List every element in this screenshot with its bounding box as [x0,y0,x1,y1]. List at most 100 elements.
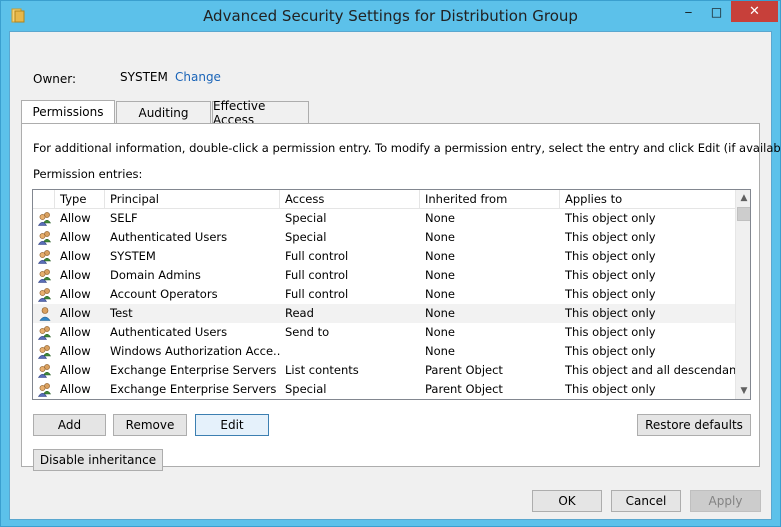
table-row[interactable]: Allow Exchange Enterprise Servers (... Spe… [33,380,735,399]
column-header-inherited-from[interactable]: Inherited from [420,190,560,209]
restore-defaults-button[interactable]: Restore defaults [637,414,751,436]
group-icon [37,325,53,340]
cell-applies-to: This object only [565,249,656,263]
group-icon [37,363,53,378]
tab-auditing[interactable]: Auditing [116,101,211,123]
cell-inherited-from: None [425,230,456,244]
cell-access: Read [285,306,314,320]
restore-defaults-button-label: Restore defaults [645,418,743,432]
cell-principal: SELF [110,211,138,225]
permission-entries-list[interactable]: Type Principal Access Inherited from App… [32,189,751,400]
edit-button[interactable]: Edit [195,414,269,436]
column-header-type[interactable]: Type [55,190,105,209]
title-bar[interactable]: Advanced Security Settings for Distribut… [1,1,780,31]
table-row[interactable]: Allow Windows Authorization Acce... None Th… [33,342,735,361]
table-row[interactable]: Allow Exchange Enterprise Servers (... Lis… [33,361,735,380]
disable-inheritance-button-label: Disable inheritance [39,453,157,467]
apply-button-label: Apply [708,494,743,508]
scroll-up-icon[interactable]: ▲ [736,190,750,206]
cell-principal: Exchange Enterprise Servers (... [110,363,280,377]
cell-principal: Authenticated Users [110,325,228,339]
cell-inherited-from: None [425,306,456,320]
cell-principal: Exchange Enterprise Servers (... [110,382,280,396]
tab-permissions[interactable]: Permissions [21,100,115,123]
column-header-principal[interactable]: Principal [105,190,280,209]
cell-inherited-from: None [425,344,456,358]
cell-type: Allow [60,230,91,244]
info-text: For additional information, double-click… [33,141,781,155]
scroll-thumb[interactable] [737,207,750,221]
change-owner-link[interactable]: Change [175,70,221,84]
cell-principal: Authenticated Users [110,230,228,244]
cell-access: Send to [285,325,330,339]
remove-button[interactable]: Remove [113,414,187,436]
remove-button-label: Remove [125,418,175,432]
ok-button[interactable]: OK [532,490,602,512]
cell-principal: SYSTEM [110,249,156,263]
table-row[interactable]: Allow Test Read None This object only [33,304,735,323]
cell-type: Allow [60,211,91,225]
maximize-button[interactable]: □ [703,1,730,22]
window-title: Advanced Security Settings for Distribut… [203,7,578,25]
cell-applies-to: This object only [565,344,656,358]
column-header-icon[interactable] [33,190,55,209]
cell-access [280,342,420,361]
add-button[interactable]: Add [33,414,106,436]
cell-type: Allow [60,268,91,282]
owner-value: SYSTEM [120,70,168,84]
table-row[interactable]: Allow SYSTEM Full control None This object o… [33,247,735,266]
cell-access: Special [285,382,327,396]
minimize-button[interactable]: ‒ [675,1,702,22]
cell-type: Allow [60,287,91,301]
cancel-button-label: Cancel [625,494,667,508]
ok-button-label: OK [558,494,576,508]
column-header-access[interactable]: Access [280,190,420,209]
group-icon [37,382,53,397]
cell-applies-to: This object only [565,306,656,320]
close-icon: ✕ [749,4,760,19]
cell-access: Full control [285,249,349,263]
disable-inheritance-button[interactable]: Disable inheritance [33,449,163,471]
list-scrollbar[interactable]: ▲ ▼ [735,190,750,399]
edit-button-label: Edit [220,418,244,432]
apply-button[interactable]: Apply [690,490,761,512]
cell-type: Allow [60,382,91,396]
group-icon [37,287,53,302]
group-icon [37,344,53,359]
cell-applies-to: This object only [565,325,656,339]
cell-applies-to: This object only [565,211,656,225]
cancel-button[interactable]: Cancel [611,490,681,512]
table-row[interactable]: Allow Authenticated Users Special None This … [33,228,735,247]
permissions-panel: For additional information, double-click… [21,123,781,471]
cell-applies-to: This object only [565,230,656,244]
cell-type: Allow [60,363,91,377]
tab-effective-access[interactable]: Effective Access [212,99,309,127]
user-icon [37,306,53,321]
maximize-icon: □ [710,4,723,19]
minimize-icon: ‒ [684,4,693,19]
list-header: Type Principal Access Inherited from App… [33,190,735,209]
scroll-down-icon[interactable]: ▼ [736,383,750,399]
dialog-content: Owner: SYSTEM Change Permissions Auditin… [9,31,781,520]
table-row[interactable]: Allow SELF Special None This object only [33,209,735,228]
column-header-applies-to[interactable]: Applies to [560,190,735,209]
table-row[interactable]: Allow Domain Admins Full control None This o… [33,266,735,285]
cell-access: Special [285,230,327,244]
cell-inherited-from: None [425,249,456,263]
cell-type: Allow [60,325,91,339]
cell-principal: Windows Authorization Acce... [110,344,280,358]
cell-inherited-from: None [425,287,456,301]
table-row[interactable]: Allow Authenticated Users Send to None This … [33,323,735,342]
group-icon [37,230,53,245]
group-icon [37,268,53,283]
cell-applies-to: This object only [565,287,656,301]
dialog-window: Advanced Security Settings for Distribut… [0,0,781,527]
cell-inherited-from: Parent Object [425,363,503,377]
close-button[interactable]: ✕ [731,1,778,22]
cell-applies-to: This object only [565,268,656,282]
table-row[interactable]: Allow Account Operators Full control None Th… [33,285,735,304]
cell-principal: Account Operators [110,287,218,301]
cell-inherited-from: None [425,268,456,282]
cell-inherited-from: None [425,211,456,225]
cell-access: List contents [285,363,359,377]
